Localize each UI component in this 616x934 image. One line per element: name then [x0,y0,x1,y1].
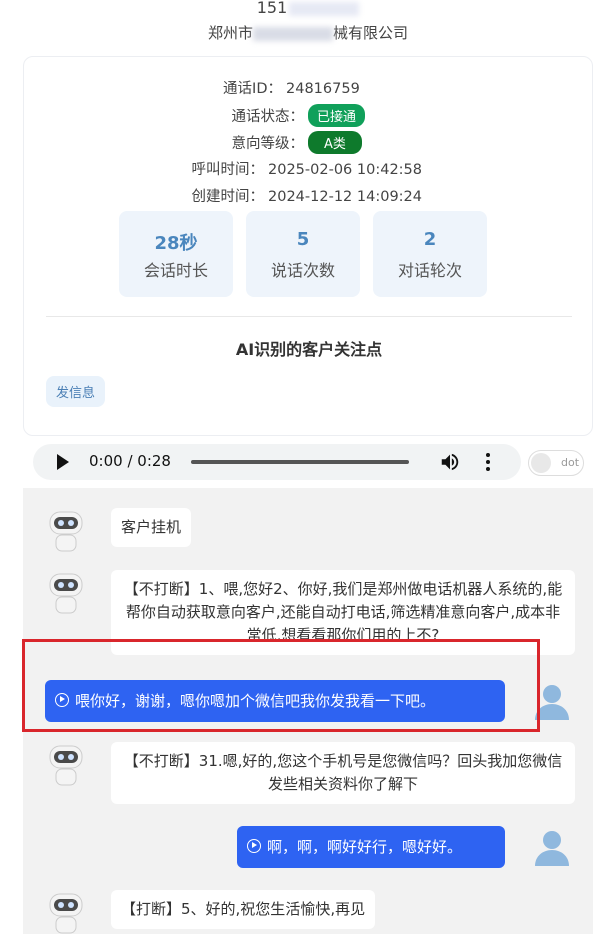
info-row-call-id: 通话ID： 24816759 [24,77,360,98]
info-value: 2024-12-12 14:09:24 [268,189,422,205]
status-badge: 已接通 [308,104,366,127]
robot-avatar-icon [49,573,83,614]
stat-speak-count: 5 说话次数 [246,211,360,297]
phone-redaction [289,1,360,16]
stat-dialog-rounds: 2 对话轮次 [373,211,487,297]
call-info-card: 通话ID： 24816759 通话状态： 已接通 意向等级： A类 呼叫时间： 2025… [23,56,593,436]
info-row-call-time: 呼叫时间： 2025-02-06 10:42:58 [24,158,423,179]
stat-label: 会话时长 [143,261,208,280]
stats-row: 28秒 会话时长 5 说话次数 2 对话轮次 [119,211,491,297]
info-key: 呼叫时间： [191,162,265,178]
phone-prefix: 151 [256,0,288,17]
info-value: 2025-02-06 10:42:58 [268,162,422,178]
play-icon[interactable] [57,454,69,470]
toggle-text: dot [561,456,580,469]
info-row-call-status: 通话状态： 已接通 [24,104,366,127]
company-name: 郑州市 械有限公司 [0,22,616,43]
company-suffix: 械有限公司 [333,24,409,42]
info-row-created-time: 创建时间： 2024-12-12 14:09:24 [24,185,423,206]
company-prefix: 郑州市 [207,24,253,42]
phone-number: 151 [0,0,616,17]
stat-value: 28秒 [154,233,198,254]
toggle-switch[interactable]: dot [528,450,584,476]
robot-avatar-icon [49,893,83,934]
send-message-button[interactable]: 发信息 [46,376,106,407]
ai-focus-title: AI识别的客户关注点 [235,340,383,359]
robot-avatar-icon [49,511,83,552]
user-avatar-icon [535,831,569,866]
info-key: 通话ID： [223,81,282,97]
stat-value: 5 [296,229,310,250]
volume-icon[interactable] [439,451,461,473]
company-redaction [253,26,333,41]
play-circle-icon[interactable] [247,838,261,853]
stat-duration: 28秒 会话时长 [119,211,233,297]
info-key: 通话状态： [231,109,305,125]
audio-progress-track[interactable] [191,460,409,464]
info-row-intent-level: 意向等级： A类 [24,131,362,154]
info-value: 24816759 [286,81,360,97]
audio-time: 0:00 / 0:28 [89,452,171,470]
audio-player: 0:00 / 0:28 [33,444,521,480]
highlight-box [22,639,540,732]
call-header: 151 郑州市 械有限公司 [0,0,616,50]
stat-label: 对话轮次 [397,261,462,280]
user-message: 啊，啊，啊好好行，嗯好好。 [237,826,505,868]
robot-avatar-icon [49,745,83,786]
bot-message: 客户挂机 [111,508,192,547]
stat-value: 2 [423,229,437,250]
toggle-knob [531,453,551,473]
bot-message: 【不打断】31.嗯,好的,您这个手机号是您微信吗？回头我加您微信发些相关资料你了… [111,742,575,804]
info-key: 创建时间： [191,189,265,205]
intent-badge: A类 [308,131,362,154]
bot-message: 【打断】5、好的,祝您生活愉快,再见 [111,890,376,929]
user-message-text: 啊，啊，啊好好行，嗯好好。 [267,838,463,856]
stat-label: 说话次数 [270,261,335,280]
more-options-icon[interactable] [485,452,491,472]
info-key: 意向等级： [231,136,305,152]
divider [46,316,572,317]
